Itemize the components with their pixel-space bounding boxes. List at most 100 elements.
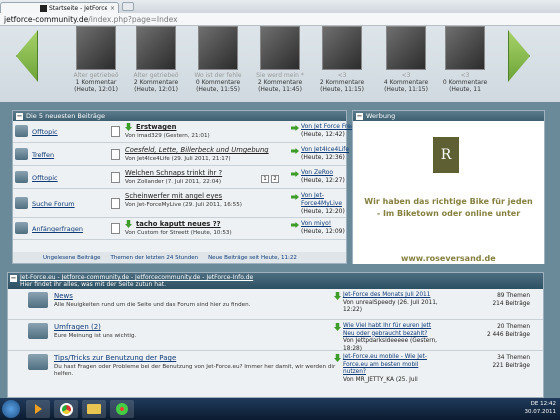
language-indicator[interactable]: DE (531, 401, 539, 407)
browser-tab-title: Startseite - JetForce/Jet-For (49, 4, 107, 12)
post-row: Offtopic Welchen Schnaps trinkt ihr ? Vo… (13, 167, 346, 189)
last-post-author[interactable]: Von Jet-Force4MyLive (301, 192, 342, 207)
ad-url[interactable]: www.roseversand.de (401, 254, 496, 263)
post-count: 221 Beiträge (492, 363, 530, 369)
post-row: Treffen Coesfeld, Lette, Billerbeck und … (13, 144, 349, 166)
media-player-icon[interactable] (26, 400, 50, 418)
thread-link[interactable]: Scheinwerfer mit angel eyes (125, 192, 222, 200)
taskbar: DE 12:42 30.07.2011 (0, 398, 560, 420)
last-post-time: (Heute, 12:36) (301, 154, 345, 161)
gallery-item[interactable]: <3 0 Kommentare (Heute, 11 (432, 26, 498, 93)
forum-link[interactable]: Treffen (32, 151, 54, 159)
clock-time[interactable]: 12:42 (540, 401, 556, 407)
forum-link[interactable]: Offtopic (32, 174, 58, 182)
ad-line-2: - Im Biketown oder online unter (376, 209, 521, 218)
new-post-arrow-icon[interactable] (125, 220, 132, 228)
address-bar[interactable]: jetforce-community.de/index.php?page=Ind… (0, 13, 560, 26)
last-24h-link[interactable]: Themen der letzten 24 Stunden (111, 255, 199, 261)
latest-posts-title: Die 5 neuesten Beiträge (26, 112, 106, 120)
thread-meta: Von Jet-ForceMyLive (29. Juli 2011, 16:5… (125, 202, 242, 208)
thread-count: 20 Themen (497, 324, 530, 330)
site-favicon-icon (40, 4, 47, 12)
forum-stats: 20 Themen 2 446 Beiträge (478, 323, 530, 339)
explorer-folder-icon[interactable] (82, 400, 106, 418)
last-post-title[interactable]: Jet-Force des Monats Juli 2011 (343, 292, 430, 298)
last-post-title[interactable]: Jet-Force.eu mobile - Wie Jet-Force.eu a… (343, 354, 427, 375)
forum-name[interactable]: Tips/Tricks zur Benutzung der Page (54, 354, 176, 362)
forum-link[interactable]: Anfängerfragen (32, 225, 83, 233)
last-post-author[interactable]: Von Jet Force Freak (301, 123, 358, 130)
icq-flower-icon[interactable] (110, 400, 134, 418)
go-to-last-post-icon[interactable] (291, 222, 299, 228)
collapse-icon[interactable]: − (356, 112, 363, 120)
start-button[interactable] (2, 400, 20, 418)
gallery-date: (Heute, 11:15) (320, 86, 364, 93)
url-host: jetforce-community.de (4, 14, 89, 24)
gallery-thumbnail[interactable] (198, 26, 238, 70)
last-post-author[interactable]: Von ZeRoo (301, 169, 333, 176)
collapse-icon[interactable]: − (16, 112, 23, 120)
go-to-last-post-icon[interactable] (291, 148, 299, 154)
forum-name[interactable]: Umfragen (2) (54, 323, 101, 331)
new-post-arrow-icon[interactable] (334, 354, 341, 362)
thread-page-button[interactable]: 1 (261, 175, 269, 183)
close-tab-icon[interactable]: × (110, 5, 115, 12)
forum-link[interactable]: Suche Forum (32, 200, 75, 208)
clock-date[interactable]: 30.07.2011 (525, 408, 557, 416)
gallery-thumbnail[interactable] (260, 26, 300, 70)
forum-row: Tips/Tricks zur Benutzung der Page Du ha… (8, 352, 543, 398)
forum-name[interactable]: News (54, 292, 73, 300)
thread-icon (111, 223, 120, 234)
last-post-time: (Heute, 12:09) (301, 228, 345, 235)
thread-meta: Von Zollander (7. Juli 2011, 22:04) (125, 179, 222, 185)
go-to-last-post-icon[interactable] (291, 194, 299, 200)
gallery-date: (Heute, 11 (449, 86, 481, 93)
forum-icon (28, 323, 48, 339)
chrome-icon[interactable] (54, 400, 78, 418)
gallery-thumbnail[interactable] (386, 26, 426, 70)
gallery-prev-arrow-icon[interactable] (16, 30, 38, 82)
category-header: − Jet-Force.eu - Jetforce-community.de - … (8, 273, 543, 289)
forum-link[interactable]: Offtopic (32, 128, 58, 136)
go-to-last-post-icon[interactable] (291, 125, 299, 131)
last-post-author[interactable]: Von Jettpdarksideeeee (343, 338, 408, 344)
new-since-link[interactable]: Neue Beiträge seit Heute, 11:22 (208, 255, 297, 261)
ad-line-1: Wir haben das richtige Bike für jeden (364, 197, 533, 206)
thread-link[interactable]: tacho kaputt neues ?? (136, 220, 221, 228)
last-post-title[interactable]: Wie Viel habt Ihr für euren Jett Neu ode… (343, 323, 431, 337)
gallery-thumbnail[interactable] (76, 26, 116, 70)
category-description: Hier findet ihr alles, was mit der Seite… (20, 281, 167, 288)
new-post-arrow-icon[interactable] (334, 323, 341, 331)
last-post-author[interactable]: Von unrealSpeedy (343, 300, 396, 306)
go-to-last-post-icon[interactable] (291, 171, 299, 177)
gallery-thumbnail[interactable] (445, 26, 485, 70)
gallery-thumbnail[interactable] (322, 26, 362, 70)
new-post-arrow-icon[interactable] (125, 123, 132, 131)
last-post-author[interactable]: Von miyo! (301, 220, 331, 227)
forum-icon (15, 148, 28, 160)
thread-link[interactable]: Erstwagen (136, 123, 176, 131)
latest-posts-panel: − Die 5 neuesten Beiträge Offtopic Erstwa… (12, 110, 358, 264)
gallery-item[interactable]: <3 2 Kommentare (Heute, 11:15) (306, 26, 378, 93)
post-row: Offtopic Erstwagen Von imad329 (Gestern,… (13, 121, 358, 143)
category-title[interactable]: Jet-Force.eu - Jetforce-community.de - J… (20, 274, 253, 281)
thread-page-button[interactable]: 2 (271, 175, 279, 183)
forum-row: Umfragen (2) Eure Meinung ist uns wichti… (8, 321, 543, 352)
collapse-icon[interactable]: − (10, 275, 17, 282)
last-post-author[interactable]: Von MR_JETTY_KA (343, 377, 394, 383)
unread-posts-link[interactable]: Ungelesene Beiträge (43, 255, 101, 261)
gallery-thumbnail[interactable] (136, 26, 176, 70)
browser-tab[interactable]: Startseite - JetForce/Jet-For × (0, 2, 120, 13)
ad-banner[interactable]: R Wir haben das richtige Bike für jeden … (353, 121, 544, 264)
ad-title: Werbung (366, 112, 396, 120)
thread-icon (111, 149, 120, 160)
thread-meta: Von Jet4Ice4Life (29. Juli 2011, 21:17) (125, 156, 231, 162)
thread-link[interactable]: Coesfeld, Lette, Billerbeck und Umgebung (125, 146, 269, 154)
forum-icon (15, 222, 28, 234)
last-post-author[interactable]: Von Jet4Ice4Life (301, 146, 349, 153)
thread-link[interactable]: Welchen Schnaps trinkt ihr ? (125, 169, 222, 177)
system-tray[interactable]: DE 12:42 30.07.2011 (525, 400, 557, 416)
new-tab-button[interactable] (122, 2, 135, 11)
gallery-next-arrow-icon[interactable] (508, 30, 530, 82)
new-post-arrow-icon[interactable] (334, 292, 341, 300)
